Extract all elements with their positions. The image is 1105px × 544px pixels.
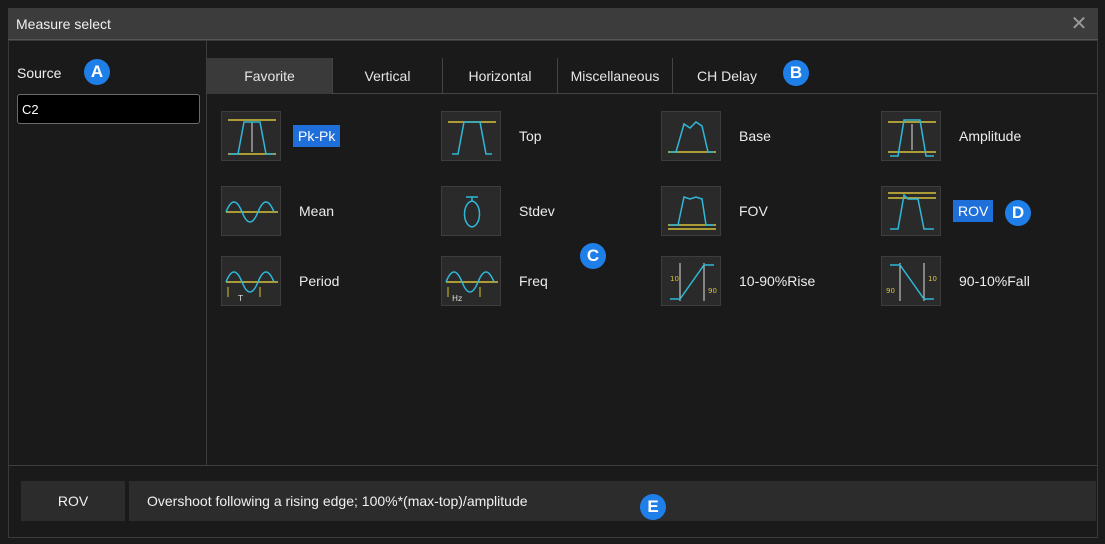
description-bar: ROV Overshoot following a rising edge; 1… xyxy=(9,465,1097,538)
svg-text:90: 90 xyxy=(886,287,895,295)
measure-item-fov[interactable]: FOV xyxy=(661,186,768,236)
source-label: Source xyxy=(17,65,62,81)
measure-item-top[interactable]: Top xyxy=(441,111,542,161)
source-field[interactable]: C2 xyxy=(17,94,200,124)
tab-vertical[interactable]: Vertical xyxy=(333,58,443,94)
measure-item-pk-pk[interactable]: Pk-Pk xyxy=(221,111,341,161)
svg-text:10: 10 xyxy=(670,275,679,283)
fall-icon: 10 90 xyxy=(881,256,941,306)
svg-text:Hz: Hz xyxy=(452,294,462,303)
svg-text:10: 10 xyxy=(928,275,937,283)
measure-label: 90-10%Fall xyxy=(959,273,1030,289)
measure-item-amplitude[interactable]: Amplitude xyxy=(881,111,1021,161)
dialog-body: Source C2 Favorite Vertical Horizontal M… xyxy=(8,40,1098,538)
window-title: Measure select xyxy=(16,16,111,32)
callout-marker-c: C xyxy=(580,243,606,269)
title-bar: Measure select ✕ xyxy=(8,8,1098,40)
svg-text:T: T xyxy=(237,294,243,303)
callout-marker-b: B xyxy=(783,60,809,86)
pk-pk-icon xyxy=(221,111,281,161)
measure-label: Base xyxy=(739,128,771,144)
rov-icon xyxy=(881,186,941,236)
selected-measure-name: ROV xyxy=(21,481,125,521)
tab-ch-delay[interactable]: CH Delay xyxy=(673,58,781,94)
measure-description: Overshoot following a rising edge; 100%*… xyxy=(129,481,1096,521)
measure-item-mean[interactable]: Mean xyxy=(221,186,334,236)
callout-marker-a: A xyxy=(84,59,110,85)
measure-item-rov[interactable]: ROV xyxy=(881,186,994,236)
measure-label: ROV xyxy=(953,200,994,222)
measure-item-period[interactable]: T Period xyxy=(221,256,339,306)
measure-label: Mean xyxy=(299,203,335,219)
source-panel: Source C2 xyxy=(9,41,207,465)
measure-label: FOV xyxy=(739,203,768,219)
period-icon: T xyxy=(221,256,281,306)
tab-miscellaneous[interactable]: Miscellaneous xyxy=(558,58,673,94)
callout-marker-e: E xyxy=(640,494,666,520)
stdev-icon xyxy=(441,186,501,236)
measure-item-rise[interactable]: 10 90 10-90%Rise xyxy=(661,256,815,306)
mean-icon xyxy=(221,186,281,236)
measure-label: 10-90%Rise xyxy=(739,273,816,289)
measure-item-base[interactable]: Base xyxy=(661,111,771,161)
measure-item-freq[interactable]: Hz Freq xyxy=(441,256,548,306)
fov-icon xyxy=(661,186,721,236)
tab-bar: Favorite Vertical Horizontal Miscellaneo… xyxy=(207,58,1097,94)
measure-label: Stdev xyxy=(519,203,555,219)
measure-label: Freq xyxy=(519,273,548,289)
base-icon xyxy=(661,111,721,161)
top-icon xyxy=(441,111,501,161)
measure-label: Amplitude xyxy=(959,128,1022,144)
close-icon[interactable]: ✕ xyxy=(1068,13,1090,35)
tab-favorite[interactable]: Favorite xyxy=(207,58,333,94)
measure-item-fall[interactable]: 10 90 90-10%Fall xyxy=(881,256,1030,306)
callout-marker-d: D xyxy=(1005,200,1031,226)
measure-item-stdev[interactable]: Stdev xyxy=(441,186,555,236)
freq-icon: Hz xyxy=(441,256,501,306)
measure-label: Pk-Pk xyxy=(293,125,341,147)
measure-label: Period xyxy=(299,273,340,289)
amplitude-icon xyxy=(881,111,941,161)
measure-label: Top xyxy=(519,128,542,144)
svg-text:90: 90 xyxy=(708,287,717,295)
rise-icon: 10 90 xyxy=(661,256,721,306)
tab-horizontal[interactable]: Horizontal xyxy=(443,58,558,94)
